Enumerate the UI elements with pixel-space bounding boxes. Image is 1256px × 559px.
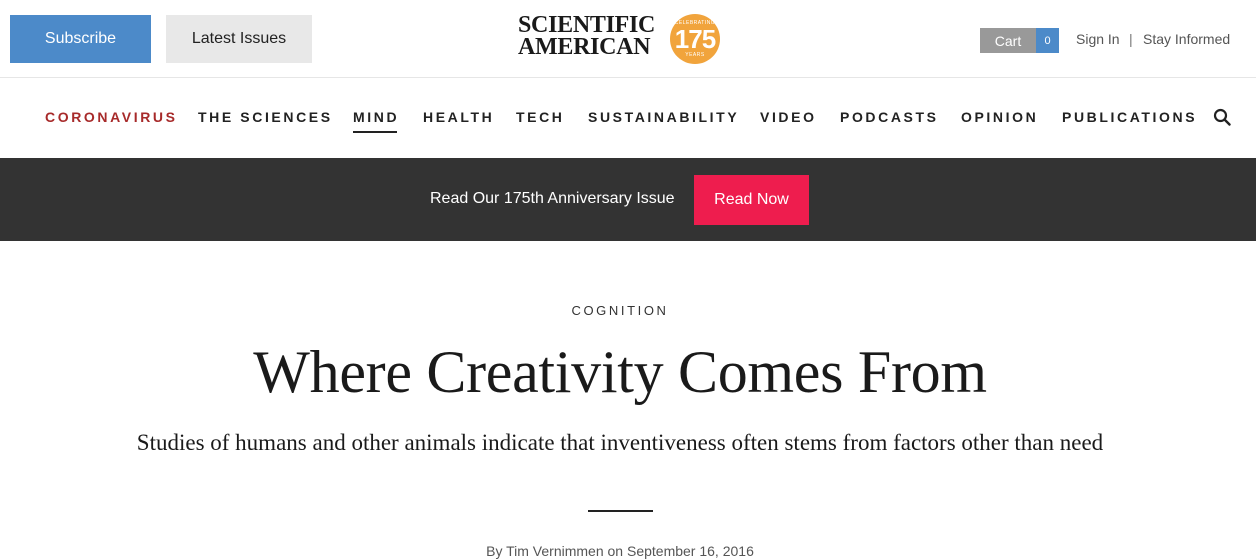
nav-item-sustainability[interactable]: SUSTAINABILITY: [588, 109, 739, 125]
nav-item-publications[interactable]: PUBLICATIONS: [1062, 109, 1197, 125]
nav-item-opinion[interactable]: OPINION: [961, 109, 1038, 125]
cart-label: Cart: [980, 28, 1036, 53]
cart-button[interactable]: Cart 0: [980, 28, 1059, 53]
divider: [588, 510, 653, 512]
nav-item-coronavirus[interactable]: CORONAVIRUS: [45, 109, 178, 125]
read-now-button[interactable]: Read Now: [694, 175, 809, 225]
search-icon[interactable]: [1213, 108, 1231, 126]
anniversary-banner: Read Our 175th Anniversary Issue Read No…: [0, 158, 1256, 241]
anniversary-badge: CELEBRATING 175 YEARS: [670, 14, 720, 64]
top-bar: Subscribe Latest Issues SCIENTIFIC AMERI…: [0, 0, 1256, 78]
latest-issues-button[interactable]: Latest Issues: [166, 15, 312, 63]
nav-item-video[interactable]: VIDEO: [760, 109, 817, 125]
nav-item-health[interactable]: HEALTH: [423, 109, 494, 125]
subscribe-button[interactable]: Subscribe: [10, 15, 151, 63]
site-logo[interactable]: SCIENTIFIC AMERICAN CELEBRATING 175 YEAR…: [518, 12, 723, 64]
article-headline: Where Creativity Comes From: [253, 339, 987, 405]
byline-on: on: [607, 543, 624, 559]
nav-item-tech[interactable]: TECH: [516, 109, 565, 125]
publish-date: September 16, 2016: [626, 543, 754, 559]
header-separator: |: [1129, 31, 1133, 47]
banner-text: Read Our 175th Anniversary Issue: [430, 190, 675, 207]
cart-count-badge: 0: [1036, 28, 1059, 53]
author-link[interactable]: Tim Vernimmen: [506, 543, 604, 559]
logo-line-2: AMERICAN: [518, 34, 651, 60]
badge-number: 175: [674, 23, 716, 54]
article-category[interactable]: COGNITION: [0, 303, 1240, 318]
stay-informed-link[interactable]: Stay Informed: [1143, 31, 1230, 47]
badge-top-text: CELEBRATING: [674, 20, 716, 26]
nav-item-podcasts[interactable]: PODCASTS: [840, 109, 939, 125]
main-nav: CORONAVIRUS THE SCIENCES MIND HEALTH TEC…: [0, 78, 1256, 158]
byline: By Tim Vernimmen on September 16, 2016: [0, 543, 1240, 559]
logo-wordmark: SCIENTIFIC AMERICAN: [518, 12, 656, 60]
logo-line-1: SCIENTIFIC: [518, 12, 656, 38]
sign-in-link[interactable]: Sign In: [1076, 31, 1120, 47]
nav-item-mind[interactable]: MIND: [353, 109, 399, 133]
badge-bottom-text: YEARS: [685, 52, 705, 58]
byline-prefix: By: [486, 543, 503, 559]
article-dek: Studies of humans and other animals indi…: [136, 430, 1104, 455]
nav-item-the-sciences[interactable]: THE SCIENCES: [198, 109, 333, 125]
